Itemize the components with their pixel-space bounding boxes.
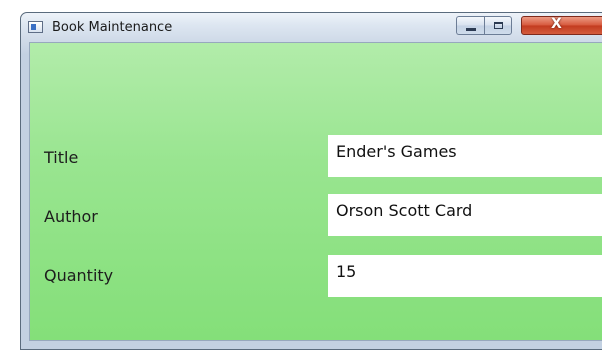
title-bar[interactable]: Book Maintenance X bbox=[21, 13, 602, 43]
form-panel: Title Ender's Games Author Orson Scott C… bbox=[29, 42, 602, 341]
book-maintenance-window: Book Maintenance X Title Ender's Games A… bbox=[20, 12, 602, 350]
quantity-field[interactable]: 15 bbox=[328, 255, 602, 297]
minimize-button[interactable] bbox=[456, 16, 484, 35]
window-title: Book Maintenance bbox=[52, 20, 173, 35]
maximize-icon bbox=[493, 22, 503, 29]
title-field[interactable]: Ender's Games bbox=[328, 135, 602, 177]
author-field[interactable]: Orson Scott Card bbox=[328, 194, 602, 236]
minimize-icon bbox=[465, 27, 476, 31]
app-window-icon[interactable] bbox=[28, 21, 43, 33]
maximize-button[interactable] bbox=[484, 16, 512, 35]
close-button[interactable]: X bbox=[521, 16, 602, 35]
title-label: Title bbox=[44, 148, 79, 167]
close-icon: X bbox=[551, 16, 562, 32]
quantity-label: Quantity bbox=[44, 266, 114, 285]
author-label: Author bbox=[44, 207, 98, 226]
